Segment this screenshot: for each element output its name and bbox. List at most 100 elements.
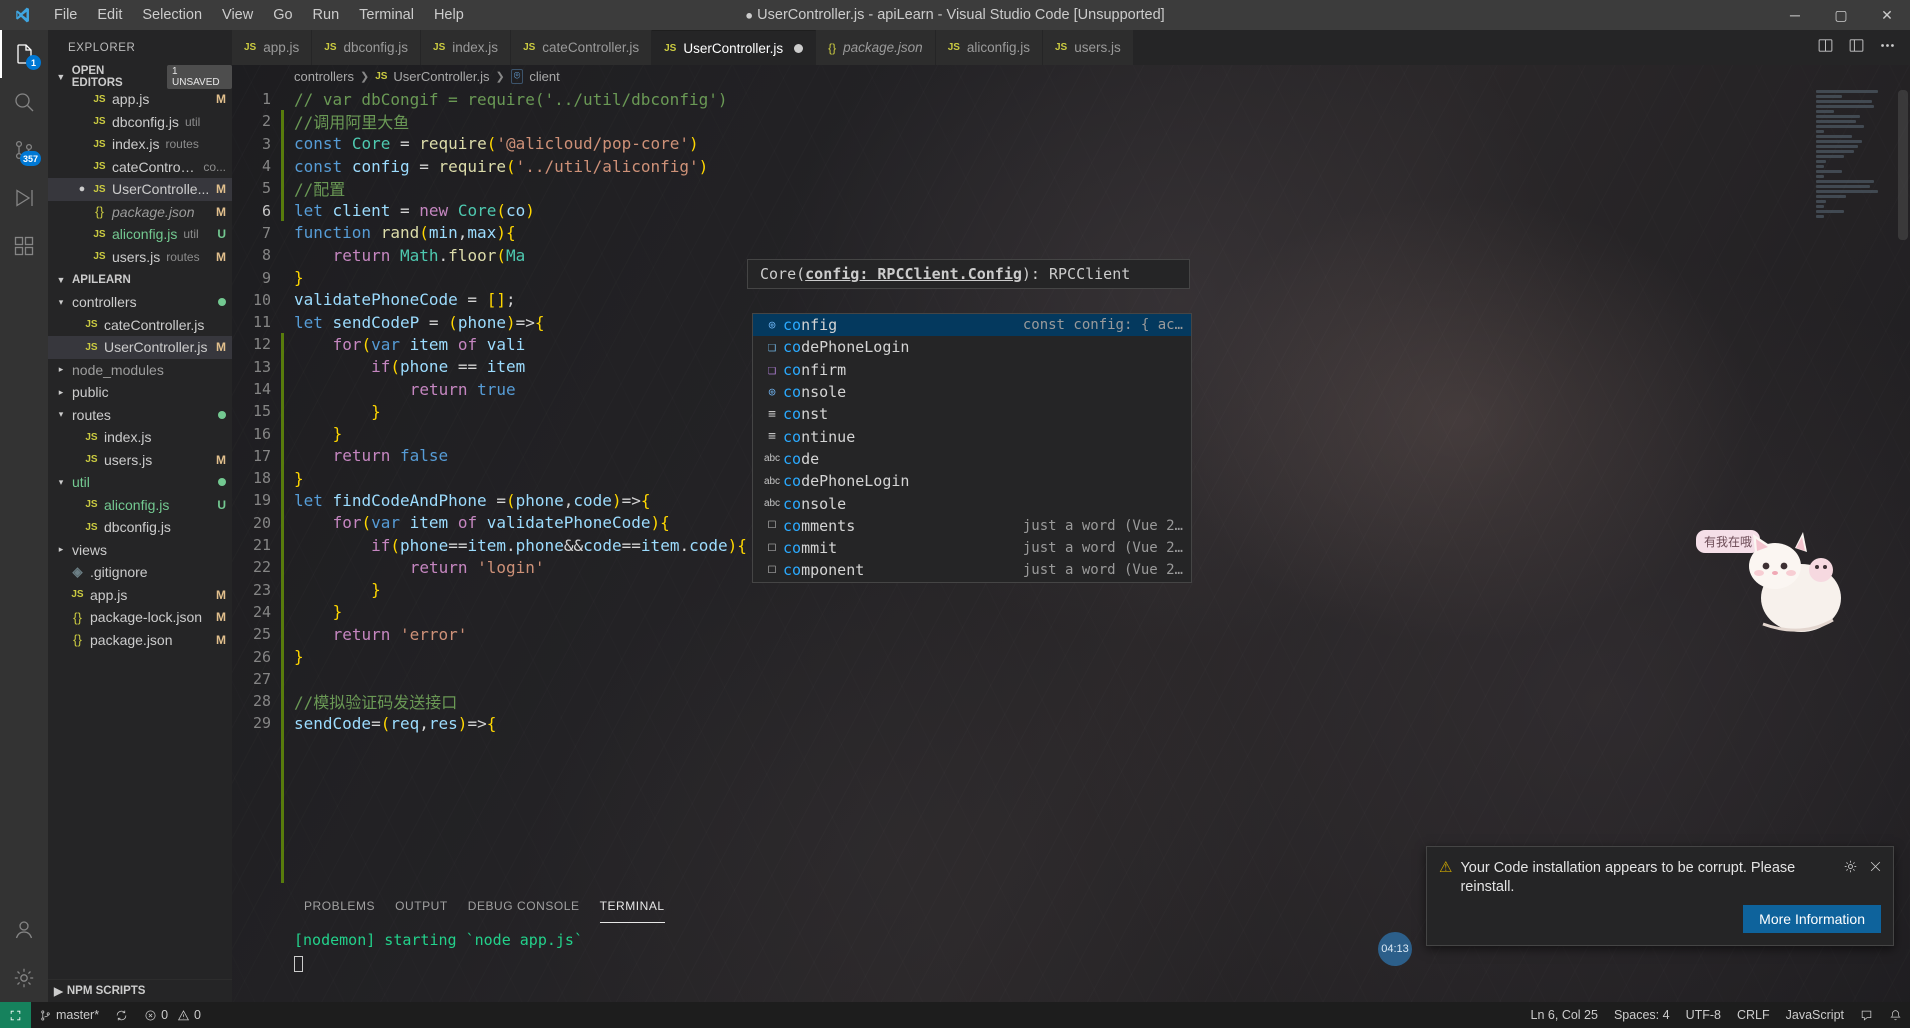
panel-tab-terminal[interactable]: TERMINAL bbox=[590, 888, 675, 923]
suggestion-item[interactable]: ≡ const bbox=[753, 403, 1191, 425]
editor-tab[interactable]: {} package.json bbox=[816, 30, 936, 65]
breadcrumb-folder[interactable]: controllers bbox=[294, 69, 354, 84]
status-indentation[interactable]: Spaces: 4 bbox=[1606, 1002, 1678, 1028]
tree-file[interactable]: {} package-lock.json M bbox=[48, 606, 232, 629]
tab-dirty-indicator[interactable] bbox=[794, 43, 804, 53]
open-editor-item[interactable]: ● JS UserControlle... M bbox=[48, 178, 232, 201]
editor-tab[interactable]: JS app.js bbox=[232, 30, 313, 65]
suggestion-item[interactable]: abc codePhoneLogin bbox=[753, 470, 1191, 492]
chevron-down-icon[interactable]: ▾ bbox=[54, 477, 68, 488]
layout-icon[interactable] bbox=[1848, 37, 1865, 58]
close-icon[interactable] bbox=[1868, 859, 1883, 878]
panel-tab-debug-console[interactable]: DEBUG CONSOLE bbox=[458, 888, 590, 923]
open-editor-item[interactable]: JS app.js M bbox=[48, 88, 232, 111]
status-remote-indicator[interactable] bbox=[0, 1002, 31, 1028]
menu-selection[interactable]: Selection bbox=[132, 3, 212, 27]
menu-bar[interactable]: File Edit Selection View Go Run Terminal… bbox=[44, 3, 474, 27]
editor-tab[interactable]: JS cateController.js bbox=[511, 30, 653, 65]
status-cursor-position[interactable]: Ln 6, Col 25 bbox=[1523, 1002, 1606, 1028]
open-editor-item[interactable]: JS cateController.js co... bbox=[48, 156, 232, 179]
status-notifications-bell-icon[interactable] bbox=[1881, 1002, 1910, 1028]
menu-edit[interactable]: Edit bbox=[87, 3, 132, 27]
tree-file[interactable]: JS UserController.js M bbox=[48, 336, 232, 359]
maximize-button[interactable]: ▢ bbox=[1818, 0, 1864, 30]
more-actions-icon[interactable] bbox=[1879, 37, 1896, 58]
tree-file[interactable]: JS cateController.js bbox=[48, 314, 232, 337]
activity-accounts[interactable] bbox=[0, 906, 48, 954]
status-feedback-icon[interactable] bbox=[1852, 1002, 1881, 1028]
chevron-right-icon[interactable]: ▸ bbox=[54, 364, 68, 375]
editor-tab[interactable]: JS users.js bbox=[1042, 30, 1134, 65]
open-editor-item[interactable]: JS aliconfig.js util U bbox=[48, 223, 232, 246]
menu-terminal[interactable]: Terminal bbox=[349, 3, 424, 27]
section-project-root[interactable]: ▼ APILEARN bbox=[48, 268, 232, 291]
split-editor-icon[interactable] bbox=[1817, 37, 1834, 58]
close-button[interactable]: ✕ bbox=[1864, 0, 1910, 30]
activity-manage-gear-icon[interactable] bbox=[0, 954, 48, 1002]
more-information-button[interactable]: More Information bbox=[1743, 905, 1881, 933]
editor-tab[interactable]: JS dbconfig.js bbox=[312, 30, 422, 65]
panel-tab-problems[interactable]: PROBLEMS bbox=[294, 888, 385, 923]
tree-folder[interactable]: ▸ public bbox=[48, 381, 232, 404]
suggestion-item[interactable]: ☐ commit just a word (Vue 2… bbox=[753, 537, 1191, 559]
gear-icon[interactable] bbox=[1843, 859, 1858, 878]
activity-extensions[interactable] bbox=[0, 222, 48, 270]
suggest-widget[interactable]: ⌾ config const config: { ac… ❏ codePhoneLogi… bbox=[752, 313, 1192, 583]
status-language-mode[interactable]: JavaScript bbox=[1778, 1002, 1852, 1028]
scrollbar-thumb[interactable] bbox=[1898, 90, 1908, 240]
suggestion-item[interactable]: ❏ confirm bbox=[753, 359, 1191, 381]
status-branch[interactable]: master* bbox=[31, 1002, 107, 1028]
tree-folder[interactable]: ▾ controllers bbox=[48, 291, 232, 314]
chevron-right-icon[interactable]: ▸ bbox=[54, 387, 68, 398]
open-editor-item[interactable]: JS users.js routes M bbox=[48, 246, 232, 269]
breadcrumb-file[interactable]: UserController.js bbox=[393, 69, 489, 84]
code-editor[interactable]: 1 // var dbCongif = require('../util/dbco… bbox=[232, 88, 1910, 888]
tree-file[interactable]: JS app.js M bbox=[48, 584, 232, 607]
menu-view[interactable]: View bbox=[212, 3, 263, 27]
suggestion-item[interactable]: ≡ continue bbox=[753, 425, 1191, 447]
tree-file[interactable]: JS dbconfig.js bbox=[48, 516, 232, 539]
tree-file[interactable]: {} package.json M bbox=[48, 629, 232, 652]
activity-explorer[interactable]: 1 bbox=[0, 30, 48, 78]
suggestion-item[interactable]: ⌾ config const config: { ac… bbox=[753, 314, 1191, 337]
menu-help[interactable]: Help bbox=[424, 3, 474, 27]
status-eol[interactable]: CRLF bbox=[1729, 1002, 1778, 1028]
suggestion-item[interactable]: ❏ codePhoneLogin bbox=[753, 336, 1191, 358]
suggestion-item[interactable]: ☐ comments just a word (Vue 2… bbox=[753, 515, 1191, 537]
section-open-editors[interactable]: ▼ OPEN EDITORS 1 UNSAVED bbox=[48, 64, 232, 89]
suggestion-item[interactable]: ☐ component just a word (Vue 2… bbox=[753, 559, 1191, 581]
tree-folder[interactable]: ▸ node_modules bbox=[48, 359, 232, 382]
panel-tab-output[interactable]: OUTPUT bbox=[385, 888, 458, 923]
tree-file[interactable]: JS index.js bbox=[48, 426, 232, 449]
suggestion-item[interactable]: abc console bbox=[753, 492, 1191, 514]
tree-file[interactable]: ◈ .gitignore bbox=[48, 561, 232, 584]
minimize-button[interactable]: ─ bbox=[1772, 0, 1818, 30]
chevron-right-icon[interactable]: ▸ bbox=[54, 544, 68, 555]
open-editor-item[interactable]: JS dbconfig.js util bbox=[48, 111, 232, 134]
status-encoding[interactable]: UTF-8 bbox=[1678, 1002, 1729, 1028]
tree-folder[interactable]: ▾ util bbox=[48, 471, 232, 494]
activity-search[interactable] bbox=[0, 78, 48, 126]
tree-folder[interactable]: ▾ routes bbox=[48, 404, 232, 427]
editor-tab[interactable]: JS UserController.js bbox=[652, 30, 817, 65]
breadcrumb-symbol[interactable]: client bbox=[529, 69, 559, 84]
activity-source-control[interactable]: 357 bbox=[0, 126, 48, 174]
tree-folder[interactable]: ▸ views bbox=[48, 539, 232, 562]
tree-file[interactable]: JS users.js M bbox=[48, 449, 232, 472]
suggestion-item[interactable]: ⌾ console bbox=[753, 381, 1191, 403]
open-editor-item[interactable]: {} package.json M bbox=[48, 201, 232, 224]
status-sync[interactable] bbox=[107, 1002, 136, 1028]
menu-go[interactable]: Go bbox=[263, 3, 302, 27]
status-problems[interactable]: 0 0 bbox=[136, 1002, 209, 1028]
minimap[interactable] bbox=[1812, 88, 1896, 888]
tree-file[interactable]: JS aliconfig.js U bbox=[48, 494, 232, 517]
editor-tab[interactable]: JS aliconfig.js bbox=[935, 30, 1043, 65]
editor-scrollbar[interactable] bbox=[1896, 88, 1910, 888]
suggestion-item[interactable]: abc code bbox=[753, 448, 1191, 470]
chevron-down-icon[interactable]: ▾ bbox=[54, 409, 68, 420]
chevron-down-icon[interactable]: ▾ bbox=[54, 297, 68, 308]
activity-run-debug[interactable] bbox=[0, 174, 48, 222]
open-editor-item[interactable]: JS index.js routes bbox=[48, 133, 232, 156]
section-npm-scripts[interactable]: ▶ NPM SCRIPTS bbox=[48, 979, 232, 1002]
editor-tab[interactable]: JS index.js bbox=[421, 30, 512, 65]
